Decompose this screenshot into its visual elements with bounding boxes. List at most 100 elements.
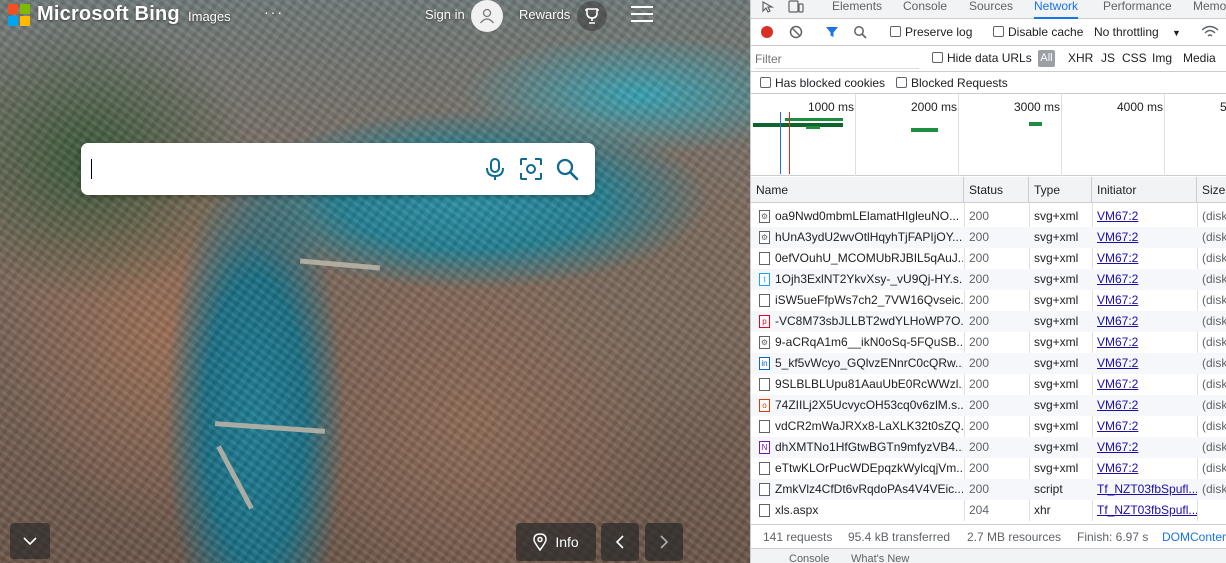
request-initiator-link[interactable]: VM67:2 [1097,458,1197,479]
table-row[interactable]: 9SLBLBLUpu81AauUbE0RcWWzl... 200 svg+xml VM… [751,374,1226,395]
request-initiator-link[interactable]: VM67:2 [1097,227,1197,248]
drawer-tab-console[interactable]: Console [789,553,829,563]
filter-icon[interactable] [825,25,839,39]
request-initiator-link[interactable]: VM67:2 [1097,437,1197,458]
table-row[interactable]: o 74ZIILj2X5UcvycOH53cq0v6zlM.s... 200 svg+… [751,395,1226,416]
clear-icon[interactable] [789,25,803,39]
hide-data-urls-checkbox[interactable]: Hide data URLs [932,51,1032,65]
column-header-name[interactable]: Name [751,177,964,203]
nav-more-button[interactable]: ··· [264,4,284,20]
request-initiator-link[interactable]: VM67:2 [1097,290,1197,311]
next-image-button[interactable] [645,523,683,561]
blocked-filter-bar: Has blocked cookies Blocked Requests [751,72,1226,94]
search-icon[interactable] [554,156,580,182]
chevron-down-icon [23,537,37,546]
microphone-icon[interactable] [482,156,508,182]
request-name: 5_kf5vWcyo_GQlvzENnrC0cQRw... [775,356,963,370]
tab-elements[interactable]: Elements [832,0,882,19]
request-status: 200 [969,398,990,412]
drawer-tab-whats-new[interactable]: What's New [851,553,909,563]
timeline-bar [785,118,843,121]
record-icon[interactable] [760,25,774,39]
column-header-initiator[interactable]: Initiator [1092,177,1197,203]
finish-time: Finish: 6.97 s [1077,530,1149,544]
request-initiator-link[interactable]: VM67:2 [1097,248,1197,269]
hamburger-menu-icon[interactable] [631,6,653,22]
table-row[interactable]: vdCR2mWaJRXx8-LaXLK32t0sZQ... 200 svg+xml V… [751,416,1226,437]
request-initiator-link[interactable]: Tf_NZT03fbSpufl... [1097,479,1197,500]
blank-file-icon [759,420,770,433]
table-row[interactable]: eTtwKLOrPucWDEpqzkWylcqjVm... 200 svg+xml V… [751,458,1226,479]
request-name: 9-aCRqA1m6__ikN0oSq-5FQuSB... [775,335,963,349]
table-row[interactable]: ZmkVlz4CfDt6vRqdoPAs4V4VEic... 200 script T… [751,479,1226,500]
rewards-link[interactable]: Rewards [519,7,570,22]
image-info-button[interactable]: Info [516,523,596,561]
search-box[interactable] [81,143,595,195]
request-initiator-link[interactable]: Tf_NZT03fbSpufl... [1097,500,1197,521]
table-row[interactable]: ⚙ oa9Nwd0mbmLElamatHIgleuNO... 200 svg+xml V… [751,206,1226,227]
request-initiator-link[interactable]: VM67:2 [1097,374,1197,395]
requests-count: 141 requests [763,530,833,544]
request-initiator-link[interactable]: VM67:2 [1097,269,1197,290]
request-type: svg+xml [1034,272,1079,286]
column-header-type[interactable]: Type [1029,177,1092,203]
trophy-icon[interactable] [577,1,607,31]
request-initiator-link[interactable]: VM67:2 [1097,311,1197,332]
disable-cache-checkbox[interactable]: Disable cache [993,25,1083,39]
tab-console[interactable]: Console [903,0,947,19]
device-toolbar-icon[interactable] [788,0,804,14]
table-row[interactable]: p -VC8M73sbJLLBT2wdYLHoWP7O... 200 svg+xml V… [751,311,1226,332]
user-avatar-icon[interactable] [471,0,503,32]
search-icon[interactable] [853,25,867,39]
table-row[interactable]: in 5_kf5vWcyo_GQlvzENnrC0cQRw... 200 svg+xm… [751,353,1226,374]
filter-js-chip[interactable]: JS [1101,51,1115,65]
has-blocked-cookies-checkbox[interactable]: Has blocked cookies [760,76,885,90]
linkedin-file-icon: in [759,357,770,370]
request-initiator-link[interactable]: VM67:2 [1097,353,1197,374]
table-row[interactable]: ⚙ 9-aCRqA1m6__ikN0oSq-5FQuSB... 200 svg+xml… [751,332,1226,353]
tab-network[interactable]: Network [1034,0,1079,19]
table-row[interactable]: t 1Ojh3ExlNT2YkvXsy-_vU9Qj-HY.s... 200 svg+… [751,269,1226,290]
table-row[interactable]: 0efVOuhU_MCOMUbRJBIL5qAuJ... 200 svg+xml VM… [751,248,1226,269]
previous-image-button[interactable] [601,523,639,561]
timeline-grid-line [1164,94,1165,176]
request-status: 200 [969,419,990,433]
table-row[interactable]: xls.aspx 204 xhr Tf_NZT03fbSpufl... [751,500,1226,521]
blocked-requests-checkbox[interactable]: Blocked Requests [896,76,1008,90]
preserve-log-checkbox[interactable]: Preserve log [890,25,972,39]
inspect-element-icon[interactable] [761,0,775,14]
visual-search-icon[interactable] [518,156,544,182]
request-status: 200 [969,272,990,286]
sign-in-link[interactable]: Sign in [425,7,465,22]
tab-memory[interactable]: Memo [1193,0,1226,19]
column-header-size[interactable]: Size [1197,177,1226,203]
request-status: 200 [969,356,990,370]
filter-input[interactable] [755,50,919,69]
nav-images-link[interactable]: Images [188,9,231,24]
throttling-select[interactable]: No throttling ▼ [1094,25,1181,39]
filter-all-chip[interactable]: All [1038,50,1055,67]
request-initiator-link[interactable]: VM67:2 [1097,416,1197,437]
office-file-icon: o [759,399,770,412]
filter-css-chip[interactable]: CSS [1122,51,1147,65]
bing-logo[interactable]: Microsoft Bing [8,3,180,26]
request-size: (disk [1202,461,1226,475]
network-overview-timeline[interactable]: 1000 ms 2000 ms 3000 ms 4000 ms 5 [751,94,1226,176]
pinterest-file-icon: p [759,315,770,328]
column-header-status[interactable]: Status [964,177,1029,203]
filter-media-chip[interactable]: Media [1183,51,1216,65]
table-row[interactable]: NdhXMTNo1HfGtwBGTn9mfyzVB4... 200 svg+xml V… [751,437,1226,458]
tab-sources[interactable]: Sources [969,0,1013,19]
scroll-down-button[interactable] [10,523,50,559]
request-initiator-link[interactable]: VM67:2 [1097,395,1197,416]
tab-performance[interactable]: Performance [1103,0,1172,19]
request-initiator-link[interactable]: VM67:2 [1097,332,1197,353]
search-input[interactable] [89,153,449,185]
request-initiator-link[interactable]: VM67:2 [1097,206,1197,227]
filter-xhr-chip[interactable]: XHR [1068,51,1093,65]
network-conditions-icon[interactable] [1201,25,1219,39]
table-row[interactable]: iSW5ueFfpWs7ch2_7VW16Qvseic... 200 svg+xml… [751,290,1226,311]
table-row[interactable]: ⚙ hUnA3ydU2wvOtlHqyhTjFAPIjOY... 200 svg+xm… [751,227,1226,248]
has-blocked-cookies-label: Has blocked cookies [775,76,886,90]
filter-img-chip[interactable]: Img [1152,51,1172,65]
